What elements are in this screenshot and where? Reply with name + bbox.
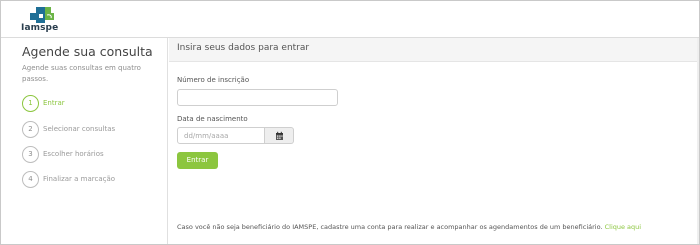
sidebar-subtitle: Agende suas consultas em quatro passos. — [22, 64, 141, 83]
logo-wordmark: Iamspe — [21, 23, 59, 33]
step-entrar: 1 Entrar — [22, 95, 162, 112]
clique-aqui-link[interactable]: Clique aqui — [605, 223, 642, 231]
step-number: 2 — [22, 121, 39, 138]
scrollbar-track[interactable] — [697, 38, 699, 244]
step-finalizar-marcacao: 4 Finalizar a marcação — [22, 171, 162, 188]
step-number: 1 — [22, 95, 39, 112]
footer-text: Caso você não seja beneficiário do IAMSP… — [177, 223, 603, 231]
sidebar-title: Agende sua consulta — [22, 44, 153, 59]
step-escolher-horarios: 3 Escolher horários — [22, 146, 162, 163]
app-window: Iamspe Agende sua consulta Agende suas c… — [0, 0, 700, 245]
nascimento-label: Data de nascimento — [177, 115, 248, 123]
step-label: Escolher horários — [43, 150, 104, 158]
top-bar: Iamspe — [1, 1, 699, 38]
inscricao-label: Número de inscrição — [177, 76, 250, 84]
panel-header: Insira seus dados para entrar — [169, 38, 699, 62]
step-number: 3 — [22, 146, 39, 163]
steps-sidebar: Agende sua consulta Agende suas consulta… — [1, 38, 168, 244]
panel-header-title: Insira seus dados para entrar — [177, 43, 310, 53]
step-label: Selecionar consultas — [43, 125, 116, 133]
calendar-button[interactable] — [265, 127, 294, 144]
step-selecionar-consultas: 2 Selecionar consultas — [22, 121, 162, 138]
footer-note: Caso você não seja beneficiário do IAMSP… — [177, 223, 641, 231]
step-label: Entrar — [43, 99, 65, 107]
calendar-icon — [276, 131, 283, 140]
birthdate-input[interactable] — [177, 127, 265, 144]
inscricao-input[interactable] — [177, 89, 338, 106]
login-panel: Insira seus dados para entrar Número de … — [169, 38, 699, 244]
step-label: Finalizar a marcação — [43, 175, 116, 183]
entrar-button[interactable]: Entrar — [177, 152, 218, 169]
step-number: 4 — [22, 171, 39, 188]
